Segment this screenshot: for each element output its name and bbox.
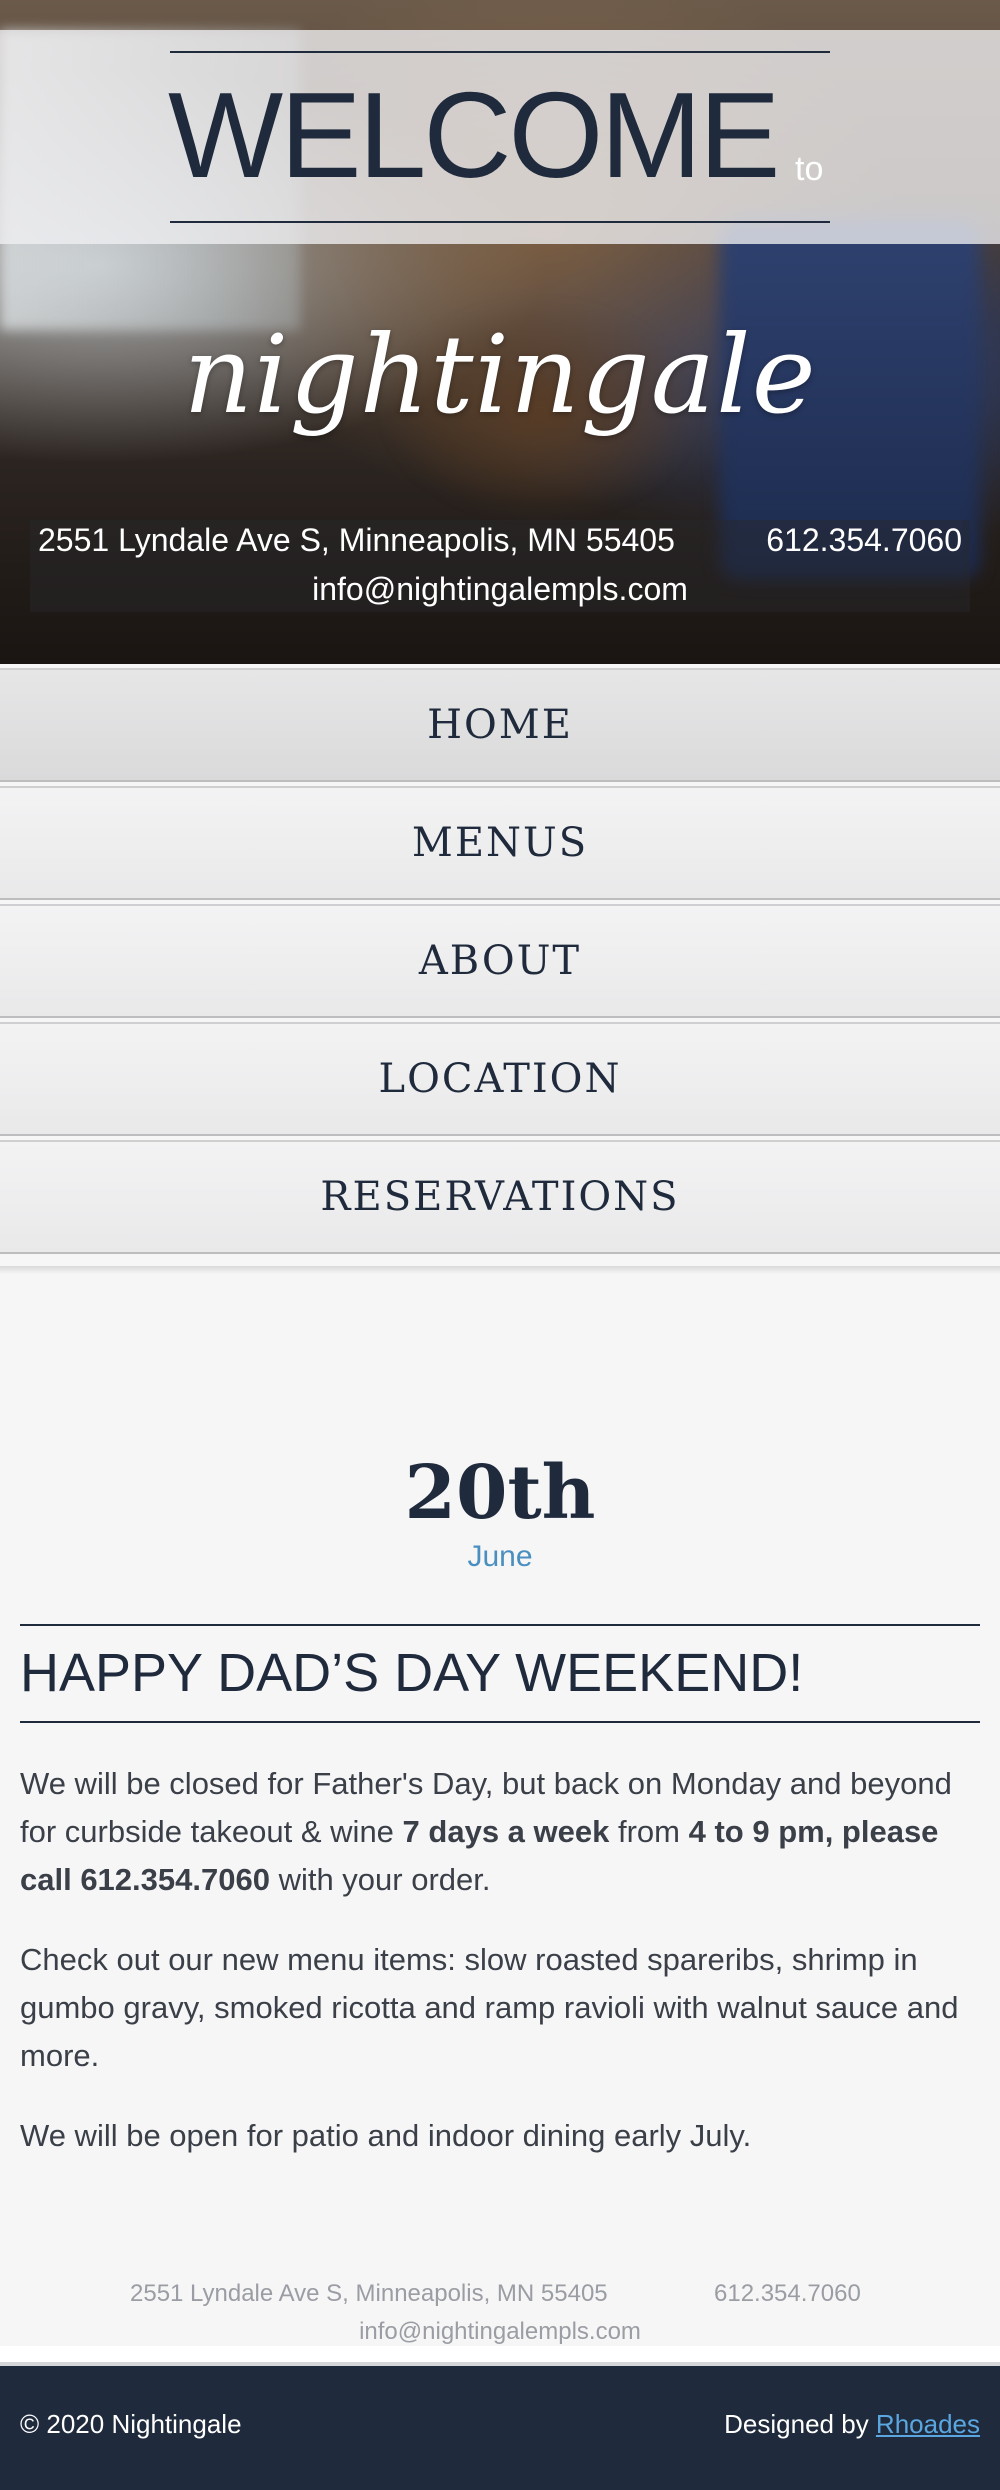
nav-item-home[interactable]: HOME [0, 668, 1000, 782]
hero-address: 2551 Lyndale Ave S, Minneapolis, MN 5540… [38, 522, 675, 558]
post-text: from [609, 1814, 689, 1849]
hero-phone[interactable]: 612.354.7060 [766, 522, 962, 559]
nightingale-logo[interactable]: nightingale [170, 290, 830, 460]
post-date-month: June [467, 1540, 533, 1573]
hero-banner: WELCOME to nightingale 2551 Lyndale Ave … [0, 0, 1000, 664]
contact-address: 2551 Lyndale Ave S, Minneapolis, MN 5540… [130, 2280, 608, 2307]
post-emphasis: 7 days a week [402, 1814, 610, 1849]
welcome-divider-bottom [170, 221, 830, 223]
welcome-divider-top [170, 51, 830, 53]
post-date-day: 20th [404, 1450, 596, 1536]
welcome-heading: WELCOME [168, 67, 780, 203]
designer-link[interactable]: Rhoades [876, 2409, 980, 2439]
post-paragraph: We will be open for patio and indoor din… [20, 2118, 752, 2153]
post-text: with your order. [269, 1862, 491, 1897]
contact-email[interactable]: info@nightingalempls.com [0, 2318, 1000, 2346]
footer-spacer [0, 2346, 1000, 2362]
main-navigation: HOME MENUS ABOUT LOCATION RESERVATIONS [0, 668, 1000, 1258]
nav-item-reservations[interactable]: RESERVATIONS [0, 1140, 1000, 1254]
post-body: We will be closed for Father's Day, but … [20, 1760, 980, 2192]
nav-item-location[interactable]: LOCATION [0, 1022, 1000, 1136]
post-title-divider-bottom [20, 1721, 980, 1723]
nav-item-about[interactable]: ABOUT [0, 904, 1000, 1018]
post-title-divider-top [20, 1624, 980, 1626]
hero-email[interactable]: info@nightingalempls.com [0, 571, 1000, 608]
post-paragraph: Check out our new menu items: slow roast… [20, 1942, 959, 2073]
post-paragraph: We will be closed for Father's Day, but … [20, 1760, 980, 1904]
post-title: HAPPY DAD’S DAY WEEKEND! [20, 1643, 804, 1703]
nav-shadow [0, 1266, 1000, 1274]
nav-item-menus[interactable]: MENUS [0, 786, 1000, 900]
footer-top-edge [0, 2362, 1000, 2366]
footer-copyright: © 2020 Nightingale [20, 2409, 242, 2439]
footer-credit-prefix: Designed by [724, 2409, 876, 2439]
contact-phone[interactable]: 612.354.7060 [714, 2280, 861, 2308]
footer-credit: Designed by Rhoades [724, 2409, 980, 2440]
welcome-to-text: to [795, 150, 824, 188]
